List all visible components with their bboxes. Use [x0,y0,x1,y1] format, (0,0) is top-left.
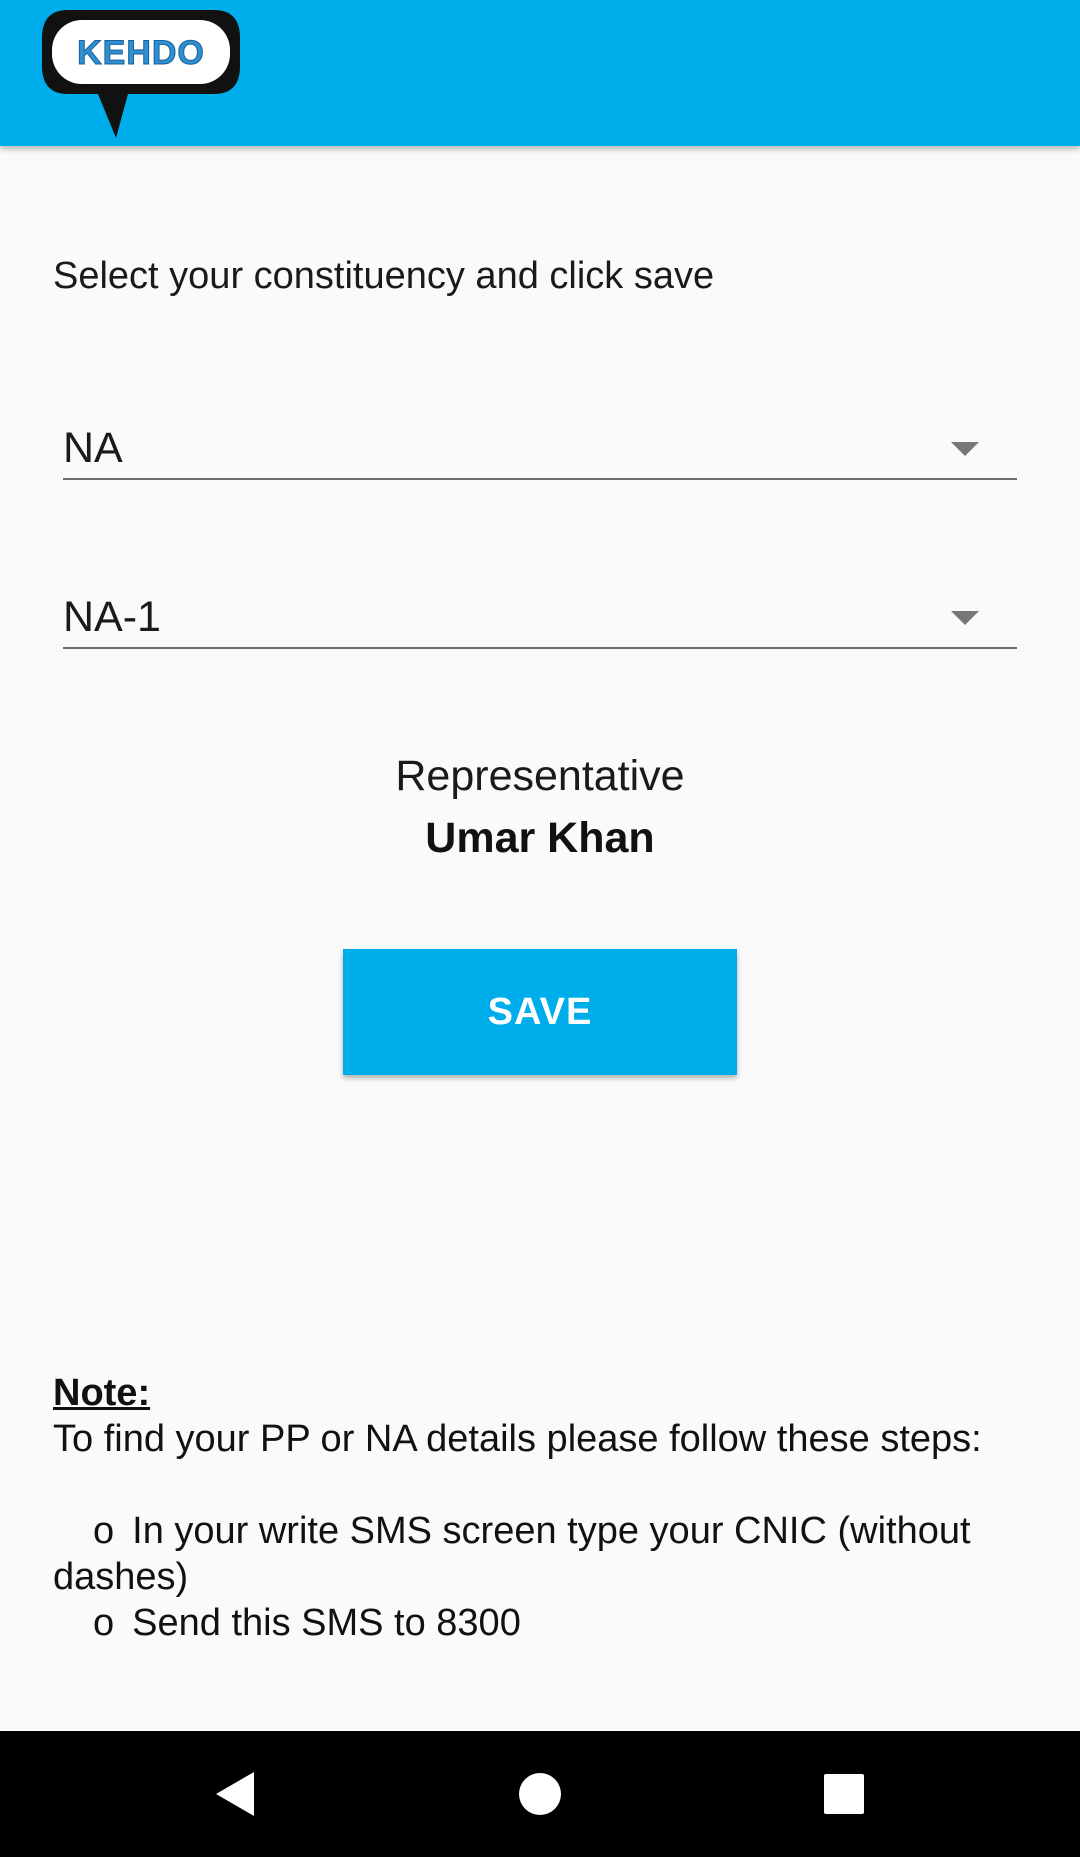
constituency-spinner-value: NA-1 [63,593,161,641]
constituency-spinner[interactable]: NA-1 [63,587,1017,649]
dropdown-caret-icon [951,611,979,625]
step-bullet: o [93,1602,115,1644]
note-step: o Send this SMS to 8300 [53,1600,1043,1646]
assembly-spinner-value: NA [63,424,123,472]
back-triangle-icon[interactable] [166,1731,306,1857]
instruction-text: Select your constituency and click save [53,255,715,297]
note-step: o In your write SMS screen type your CNIC… [53,1508,1043,1600]
recents-square-icon[interactable] [774,1731,914,1857]
assembly-spinner[interactable]: NA [63,418,1017,480]
home-circle-icon[interactable] [470,1731,610,1857]
representative-label: Representative [395,752,685,800]
kehdo-logo: KEHDO [42,10,240,138]
system-nav-bar [0,1731,1080,1857]
representative-name: Umar Khan [425,814,655,862]
save-button[interactable]: SAVE [343,949,737,1075]
app-bar: KEHDO [0,0,1080,146]
note-section: Note: To find your PP or NA details plea… [53,1370,1043,1646]
note-intro: To find your PP or NA details please fol… [53,1418,982,1460]
note-spacer [53,1462,1043,1508]
note-title: Note: [53,1372,151,1414]
step-text: In your write SMS screen type your CNIC … [53,1510,971,1598]
step-text: Send this SMS to 8300 [132,1602,521,1644]
svg-text:KEHDO: KEHDO [77,34,205,72]
step-bullet: o [93,1510,115,1552]
dropdown-caret-icon [951,442,979,456]
